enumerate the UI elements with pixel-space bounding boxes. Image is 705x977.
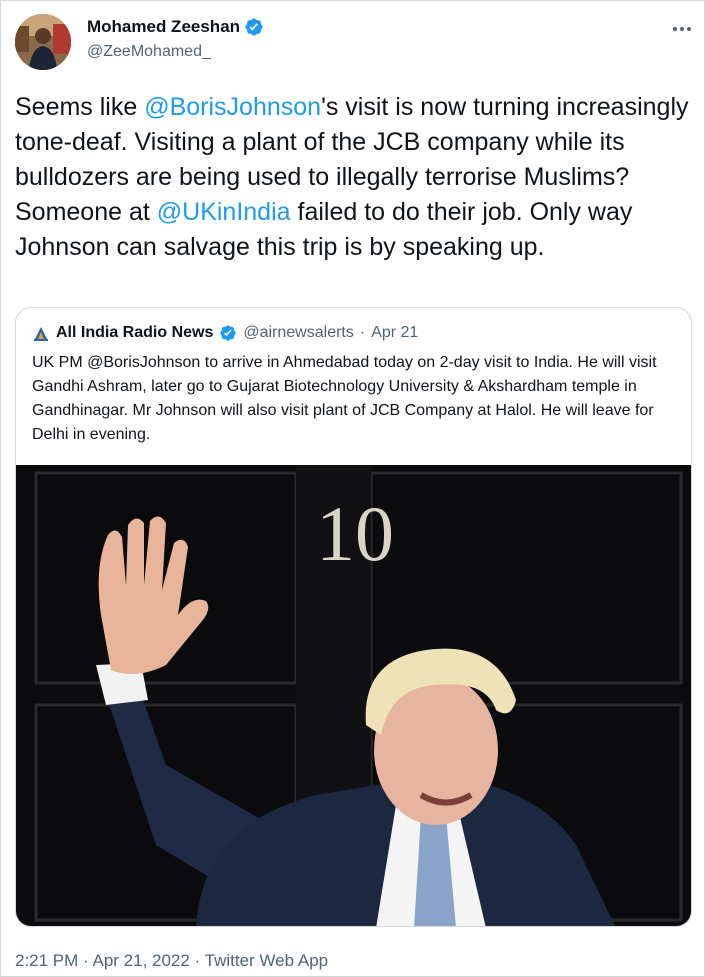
meta-separator: · [359,324,366,341]
quoted-author-name[interactable]: All India Radio News [56,324,213,342]
author-avatar[interactable] [15,14,71,70]
door-number: 10 [316,490,394,577]
verified-badge-icon [245,18,263,36]
tweet-timestamp[interactable]: 2:21 PM · Apr 21, 2022 · Twitter Web App [15,951,328,971]
quoted-avatar-logo-icon[interactable] [32,324,50,342]
quoted-tweet-text: UK PM @BorisJohnson to arrive in Ahmedab… [32,354,657,443]
quoted-tweet[interactable]: All India Radio News @airnewsalerts · Ap… [15,307,692,927]
quoted-tweet-photo[interactable]: 10 [16,465,692,927]
tweet-text: Seems like @BorisJohnson's visit is now … [15,90,695,265]
author-name[interactable]: Mohamed Zeeshan [87,17,240,37]
quoted-tweet-header: All India Radio News @airnewsalerts · Ap… [32,324,418,342]
verified-badge-icon [220,325,237,341]
author-name-row[interactable]: Mohamed Zeeshan [87,17,264,37]
quoted-author-handle[interactable]: @airnewsalerts [243,324,354,342]
author-handle[interactable]: @ZeeMohamed_ [87,43,211,61]
tweet-text-part: Seems like [15,93,145,121]
more-options-icon[interactable] [670,17,694,41]
quoted-tweet-date[interactable]: Apr 21 [371,324,418,342]
avatar-image [15,14,71,70]
mention-link[interactable]: @BorisJohnson [144,93,321,121]
mention-link[interactable]: @UKinIndia [157,198,291,226]
